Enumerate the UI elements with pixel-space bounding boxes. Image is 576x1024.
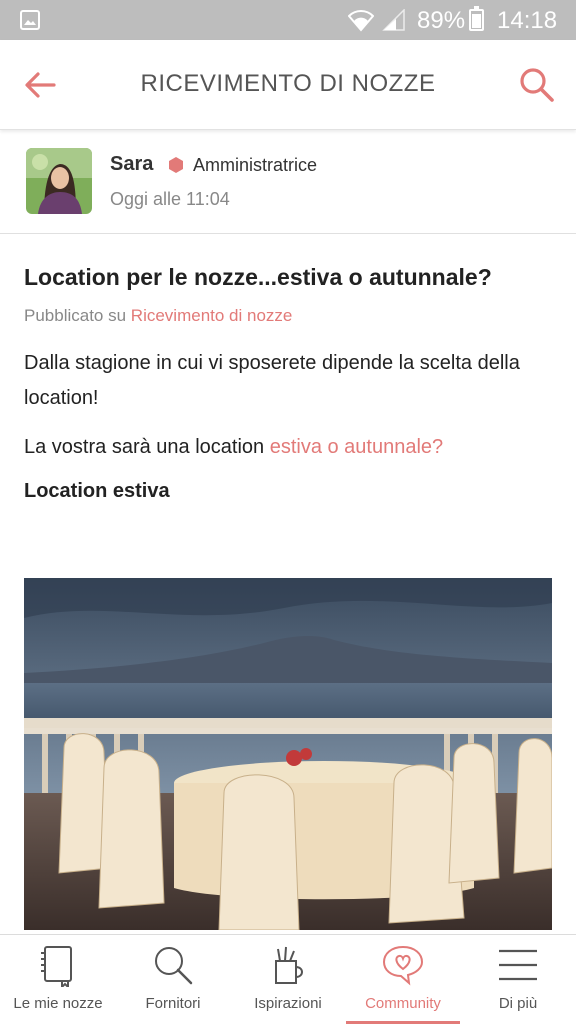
published-prefix: Pubblicato su	[24, 306, 131, 325]
nav-item-ispirazioni[interactable]: Ispirazioni	[230, 935, 346, 1024]
paragraph: Dalla stagione in cui vi sposerete dipen…	[24, 352, 520, 409]
inline-link[interactable]: estiva o autunnale?	[270, 436, 443, 458]
paragraph-text: La vostra sarà una location	[24, 436, 270, 458]
author-name[interactable]: Sara	[110, 153, 153, 176]
nav-item-di-piu[interactable]: Di più	[460, 935, 576, 1024]
bottom-navigation: Le mie nozze Fornitori Ispirazioni Commu…	[0, 934, 576, 1024]
signal-icon	[382, 9, 405, 31]
search-icon[interactable]	[518, 66, 556, 104]
section-heading: Location estiva	[24, 480, 170, 502]
nav-label: Community	[365, 995, 441, 1012]
author-row: Sara Amministratrice Oggi alle 11:04	[0, 131, 576, 234]
article: Location per le nozze...estiva o autunna…	[24, 235, 552, 503]
author-role: Amministratrice	[193, 155, 318, 175]
gallery-notification-icon	[20, 10, 40, 30]
search-icon	[155, 947, 193, 985]
post-title: Location per le nozze...estiva o autunna…	[24, 264, 492, 290]
app-header: RICEVIMENTO DI NOZZE	[0, 40, 576, 130]
cup-icon	[275, 946, 303, 984]
battery-icon	[469, 6, 484, 31]
category-link[interactable]: Ricevimento di nozze	[131, 306, 293, 325]
nav-item-community[interactable]: Community	[346, 935, 460, 1024]
nav-label: Le mie nozze	[13, 995, 103, 1012]
hexagon-badge-icon	[169, 157, 183, 173]
status-time: 14:18	[497, 7, 558, 34]
battery-percentage: 89%	[417, 7, 466, 34]
nav-label: Di più	[498, 995, 538, 1012]
post-time: Oggi alle 11:04	[110, 189, 230, 209]
status-bar: 89% 14:18	[0, 0, 576, 40]
published-info: Pubblicato su Ricevimento di nozze	[24, 306, 552, 326]
page-title: RICEVIMENTO DI NOZZE	[140, 70, 436, 97]
nav-item-fornitori[interactable]: Fornitori	[116, 935, 230, 1024]
arrow-left-icon[interactable]	[22, 67, 58, 103]
nav-item-le-mie-nozze[interactable]: Le mie nozze	[0, 935, 116, 1024]
wedding-table-photo[interactable]	[24, 578, 552, 930]
paragraph: La vostra sarà una location estiva o aut…	[24, 430, 552, 465]
nav-label: Ispirazioni	[254, 995, 322, 1012]
notebook-icon	[41, 946, 72, 987]
chat-heart-icon	[382, 945, 424, 986]
menu-icon	[499, 949, 537, 981]
nav-label: Fornitori	[145, 995, 201, 1012]
wifi-icon	[348, 10, 374, 32]
avatar[interactable]	[26, 148, 92, 214]
